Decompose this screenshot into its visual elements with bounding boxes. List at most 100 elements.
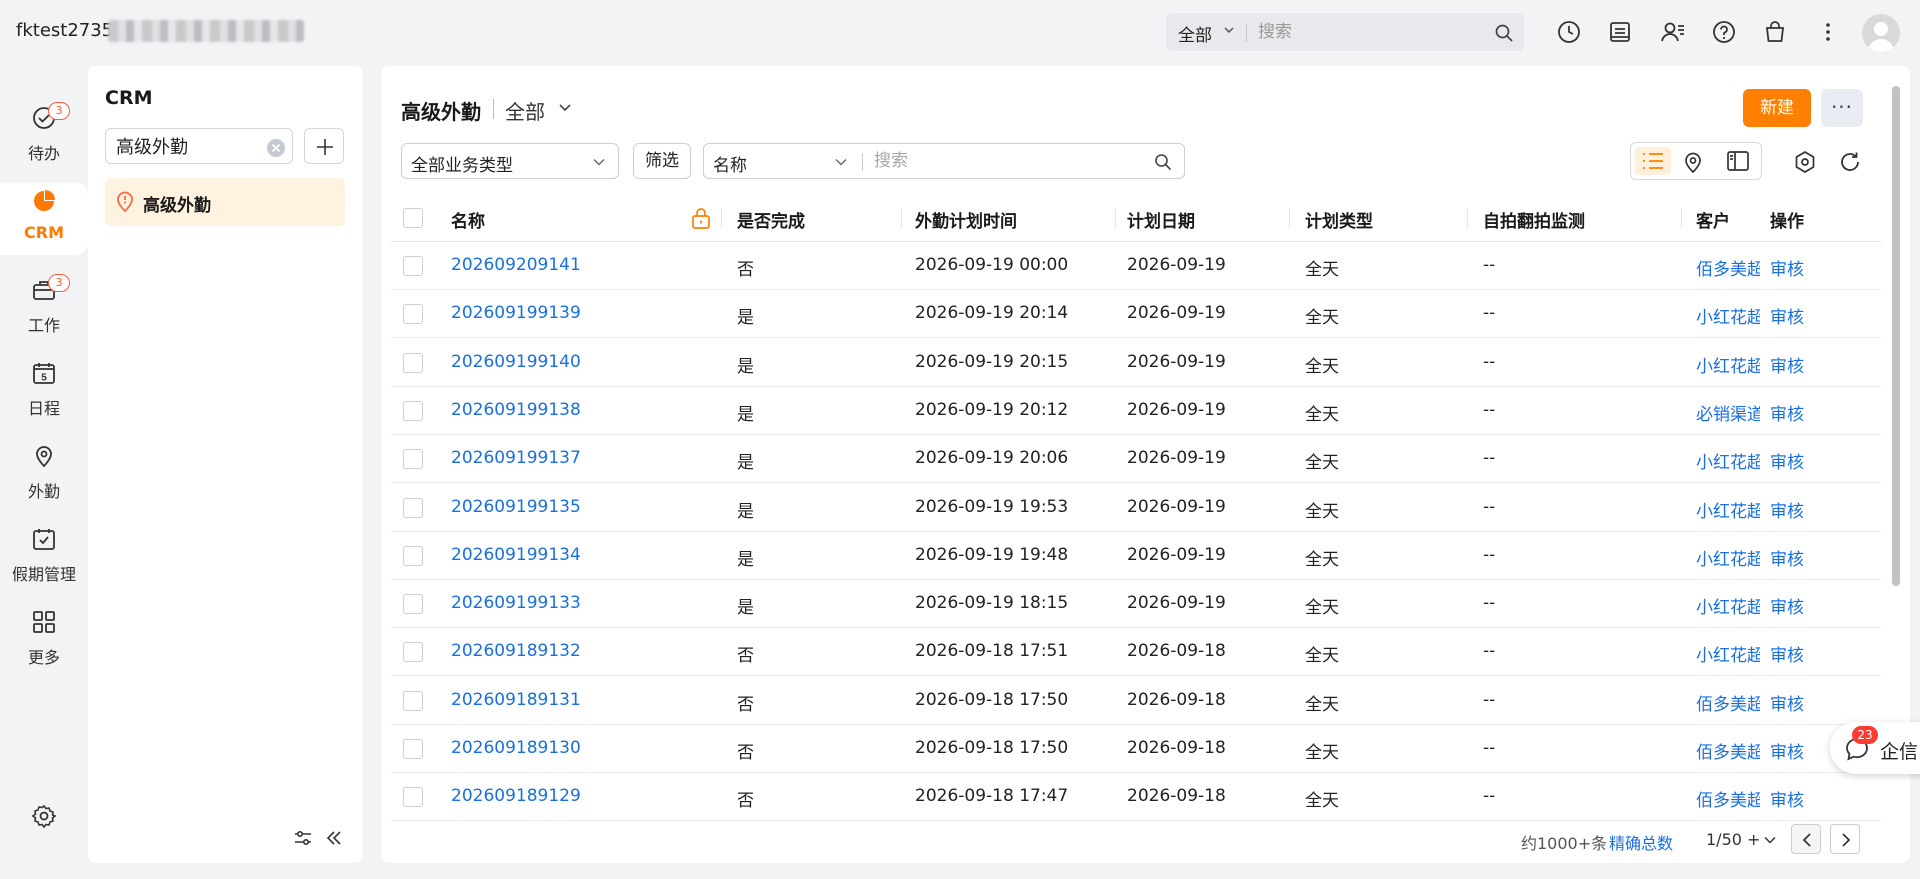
row-checkbox[interactable]: [403, 594, 423, 615]
help-icon[interactable]: [1712, 20, 1736, 44]
review-link[interactable]: 审核: [1770, 786, 1804, 811]
chevron-down-icon[interactable]: [1222, 23, 1236, 37]
nav-item-todo[interactable]: 3 待办: [0, 100, 88, 172]
column-divider[interactable]: [1681, 208, 1682, 228]
scrollbar-thumb[interactable]: [1892, 86, 1900, 586]
record-name-link[interactable]: 202609199138: [451, 400, 581, 420]
search-icon[interactable]: [1154, 153, 1172, 171]
row-checkbox[interactable]: [403, 352, 423, 373]
column-divider[interactable]: [1467, 208, 1468, 228]
row-checkbox[interactable]: [403, 642, 423, 663]
table-row[interactable]: 202609189129 否 2026-09-18 17:47 2026-09-18 全…: [391, 773, 1881, 822]
filter-button[interactable]: 筛选: [633, 143, 691, 179]
nav-item-schedule[interactable]: 5 日程: [0, 355, 88, 427]
review-link[interactable]: 审核: [1770, 641, 1804, 666]
row-checkbox[interactable]: [403, 400, 423, 421]
table-row[interactable]: 202609199133 是 2026-09-19 18:15 2026-09-19 全…: [391, 580, 1881, 629]
customer-link[interactable]: 小红花超市: [1696, 303, 1760, 328]
nav-item-field-work[interactable]: 外勤: [0, 438, 88, 510]
add-button[interactable]: [304, 128, 344, 164]
more-button[interactable]: ···: [1821, 89, 1863, 127]
more-vertical-icon[interactable]: [1816, 20, 1840, 44]
review-link[interactable]: 审核: [1770, 303, 1804, 328]
row-checkbox[interactable]: [403, 449, 423, 470]
customer-link[interactable]: 佰多美超市: [1696, 786, 1760, 811]
record-name-link[interactable]: 202609199135: [451, 497, 581, 517]
record-name-link[interactable]: 202609189129: [451, 786, 581, 806]
table-row[interactable]: 202609199137 是 2026-09-19 20:06 2026-09-19 全…: [391, 435, 1881, 484]
row-checkbox[interactable]: [403, 545, 423, 566]
review-link[interactable]: 审核: [1770, 545, 1804, 570]
column-header-done[interactable]: 是否完成: [737, 207, 805, 232]
nav-item-leave[interactable]: 假期管理: [0, 521, 88, 593]
record-name-link[interactable]: 202609199140: [451, 352, 581, 372]
search-icon[interactable]: [1494, 23, 1514, 43]
sliders-icon[interactable]: [293, 828, 313, 848]
nav-item-work[interactable]: 3 工作: [0, 272, 88, 344]
nav-item-crm[interactable]: CRM: [0, 183, 88, 255]
new-button[interactable]: 新建: [1743, 89, 1811, 127]
column-divider[interactable]: [721, 208, 722, 228]
clock-icon[interactable]: [1557, 20, 1581, 44]
customer-link[interactable]: 小红花超市: [1696, 497, 1760, 522]
column-header-plan-type[interactable]: 计划类型: [1305, 207, 1373, 232]
document-icon[interactable]: [1608, 20, 1632, 44]
review-link[interactable]: 审核: [1770, 448, 1804, 473]
record-name-link[interactable]: 202609189131: [451, 690, 581, 710]
lock-icon[interactable]: [691, 207, 711, 229]
table-row[interactable]: 202609189130 否 2026-09-18 17:50 2026-09-18 全…: [391, 725, 1881, 773]
chevron-down-icon[interactable]: [834, 155, 848, 169]
customer-link[interactable]: 小红花超市: [1696, 593, 1760, 618]
row-checkbox[interactable]: [403, 690, 423, 711]
exact-count-link[interactable]: 精确总数: [1609, 830, 1673, 854]
column-header-plan-time[interactable]: 外勤计划时间: [915, 207, 1017, 232]
table-row[interactable]: 202609199139 是 2026-09-19 20:14 2026-09-19 全…: [391, 290, 1881, 339]
column-divider[interactable]: [1115, 208, 1116, 228]
next-page-button[interactable]: [1830, 824, 1860, 854]
table-row[interactable]: 202609189132 否 2026-09-18 17:51 2026-09-18 全…: [391, 628, 1881, 677]
search-scope-select[interactable]: 全部: [1178, 21, 1212, 46]
table-row[interactable]: 202609199140 是 2026-09-19 20:15 2026-09-19 全…: [391, 339, 1881, 387]
prev-page-button[interactable]: [1791, 824, 1821, 854]
avatar[interactable]: [1862, 14, 1900, 52]
customer-link[interactable]: 小红花超市: [1696, 545, 1760, 570]
record-name-link[interactable]: 202609189132: [451, 641, 581, 661]
table-row[interactable]: 202609189131 否 2026-09-18 17:50 2026-09-18 全…: [391, 677, 1881, 725]
business-type-select[interactable]: 全部业务类型: [401, 143, 619, 179]
column-header-customer[interactable]: 客户: [1696, 207, 1730, 232]
settings-icon[interactable]: [32, 804, 56, 828]
customer-link[interactable]: 佰多美超市: [1696, 255, 1760, 280]
scope-select[interactable]: 全部: [505, 96, 545, 125]
review-link[interactable]: 审核: [1770, 255, 1804, 280]
row-checkbox[interactable]: [403, 739, 423, 759]
sidebar-search-input[interactable]: [116, 134, 256, 158]
clear-icon[interactable]: [266, 138, 286, 158]
review-link[interactable]: 审核: [1770, 593, 1804, 618]
record-name-link[interactable]: 202609199133: [451, 593, 581, 613]
customer-link[interactable]: 小红花超市: [1696, 641, 1760, 666]
review-link[interactable]: 审核: [1770, 352, 1804, 377]
table-row[interactable]: 202609199135 是 2026-09-19 19:53 2026-09-19 全…: [391, 484, 1881, 532]
refresh-icon[interactable]: [1839, 151, 1861, 173]
column-header-name[interactable]: 名称: [451, 207, 485, 232]
customer-link[interactable]: 佰多美超市: [1696, 690, 1760, 715]
settings-icon[interactable]: [1794, 151, 1816, 173]
column-header-selfie-check[interactable]: 自拍翻拍监测: [1483, 207, 1585, 232]
sidebar-item-field-work[interactable]: 高级外勤: [105, 178, 345, 226]
record-name-link[interactable]: 202609189130: [451, 738, 581, 758]
record-name-link[interactable]: 202609199134: [451, 545, 581, 565]
table-row[interactable]: 202609199134 是 2026-09-19 19:48 2026-09-19 全…: [391, 532, 1881, 580]
row-checkbox[interactable]: [403, 787, 423, 808]
row-checkbox[interactable]: [403, 497, 423, 518]
contacts-icon[interactable]: [1660, 20, 1686, 44]
select-all-checkbox[interactable]: [403, 208, 423, 228]
search-field-select[interactable]: 名称: [713, 151, 747, 176]
row-checkbox[interactable]: [403, 304, 423, 325]
customer-link[interactable]: 必销渠道: [1696, 400, 1760, 425]
page-indicator[interactable]: 1/50 +: [1706, 830, 1760, 849]
customer-link[interactable]: 小红花超市: [1696, 352, 1760, 377]
table-row[interactable]: 202609199138 是 2026-09-19 20:12 2026-09-19 全…: [391, 387, 1881, 435]
table-row[interactable]: 202609209141 否 2026-09-19 00:00 2026-09-19 全…: [391, 242, 1881, 290]
column-divider[interactable]: [1289, 208, 1290, 228]
record-name-link[interactable]: 202609199137: [451, 448, 581, 468]
